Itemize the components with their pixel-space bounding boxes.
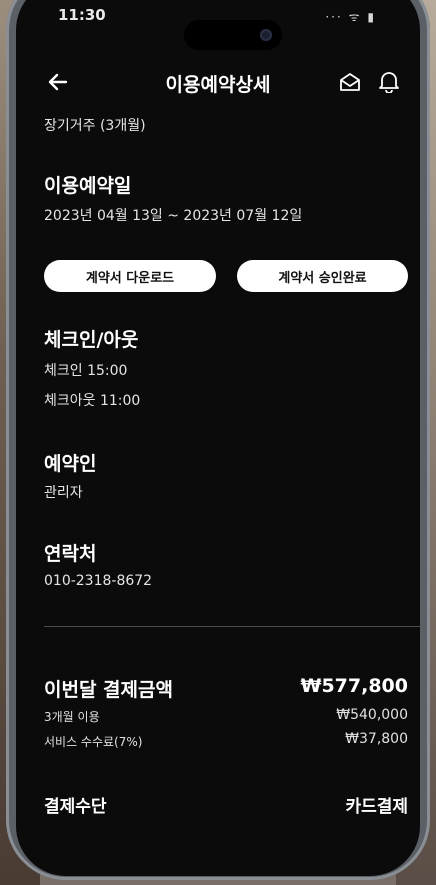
divider — [44, 626, 420, 627]
contract-download-button[interactable]: 계약서 다운로드 — [44, 260, 216, 292]
checkin-heading: 체크인/아웃 — [44, 329, 139, 351]
phone-screen: 11:30 ··· ᯤ ▮ 이용예약상세 장기거주 (3개월) 이용예약일 20… — [16, 0, 420, 876]
camera-icon — [260, 29, 272, 41]
payment-line2-label: 서비스 수수료(7%) — [44, 735, 143, 749]
checkin-time: 체크인 15:00 — [44, 363, 128, 379]
dynamic-island — [184, 20, 282, 50]
payment-heading: 이번달 결제금액 — [44, 679, 173, 701]
contact-heading: 연락처 — [44, 543, 97, 565]
contact-phone: 010-2318-8672 — [44, 573, 153, 589]
payment-method-value: 카드결제 — [345, 797, 408, 817]
payment-total: ₩577,800 — [300, 675, 409, 697]
status-icons: ··· ᯤ ▮ — [325, 10, 376, 24]
payment-method-label: 결제수단 — [44, 797, 107, 817]
payment-line1-label: 3개월 이용 — [44, 710, 100, 724]
reservation-date-heading: 이용예약일 — [44, 175, 132, 197]
contract-approved-button[interactable]: 계약서 승인완료 — [237, 260, 408, 292]
payment-line1-value: ₩540,000 — [336, 707, 408, 723]
mail-open-icon[interactable] — [338, 70, 362, 94]
reserver-heading: 예약인 — [44, 453, 97, 475]
header: 이용예약상세 — [16, 60, 420, 104]
status-time: 11:30 — [58, 6, 106, 24]
checkout-time: 체크아웃 11:00 — [44, 393, 141, 409]
reservation-date-range: 2023년 04월 13일 ~ 2023년 07월 12일 — [44, 208, 303, 224]
bell-icon[interactable] — [378, 69, 400, 93]
payment-line2-value: ₩37,800 — [345, 731, 408, 747]
reserver-name: 관리자 — [44, 485, 83, 501]
stay-type: 장기거주 (3개월) — [44, 118, 146, 134]
